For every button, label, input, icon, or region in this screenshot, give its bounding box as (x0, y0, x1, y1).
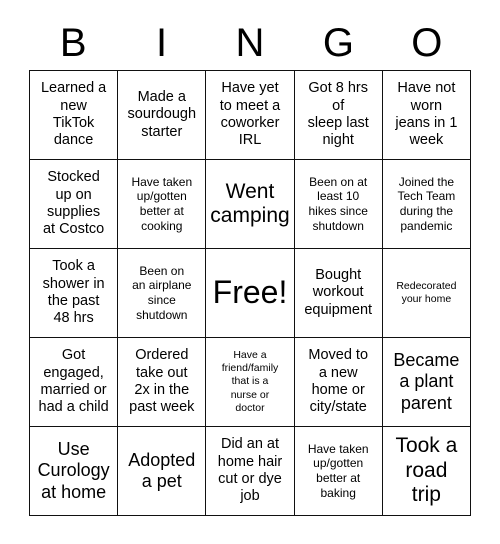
bingo-cell[interactable]: Adopted a pet (118, 427, 207, 516)
bingo-letter-b: B (59, 21, 87, 65)
bingo-cell[interactable]: Ordered take out 2x in the past week (118, 338, 207, 427)
bingo-cell-label: Got 8 hrs of sleep last night (307, 80, 369, 149)
bingo-cell[interactable]: Been on at least 10 hikes since shutdown (294, 160, 383, 249)
bingo-card: B I N G O Learned a new TikTok dance Made… (0, 0, 500, 544)
bingo-cell[interactable]: Have taken up/gotten better at baking (294, 427, 383, 516)
bingo-cell-label: Learned a new TikTok dance (40, 80, 107, 149)
bingo-cell[interactable]: Learned a new TikTok dance (30, 71, 119, 160)
bingo-cell[interactable]: Got engaged, married or had a child (30, 338, 119, 427)
bingo-cell-label: Been on an airplane since shutdown (132, 263, 192, 322)
bingo-letter-n: N (235, 21, 265, 65)
bingo-cell-label: Moved to a new home or city/state (308, 347, 369, 416)
bingo-cell-label: Ordered take out 2x in the past week (129, 347, 195, 416)
bingo-cell-label: Joined the Tech Team during the pandemic (397, 174, 456, 233)
bingo-cell-label: Made a sourdough starter (127, 88, 197, 140)
bingo-cell-free-space[interactable]: Free! (206, 249, 295, 338)
bingo-cell[interactable]: Stocked up on supplies at Costco (30, 160, 119, 249)
bingo-cell[interactable]: Became a plant parent (382, 338, 471, 427)
bingo-cell[interactable]: Use Curology at home (30, 427, 119, 516)
bingo-cell[interactable]: Have not worn jeans in 1 week (382, 71, 471, 160)
bingo-cell[interactable]: Went camping (206, 160, 295, 249)
bingo-cell[interactable]: Made a sourdough starter (118, 71, 207, 160)
bingo-cell-label: Adopted a pet (128, 449, 196, 491)
bingo-cell[interactable]: Have yet to meet a coworker IRL (206, 71, 295, 160)
bingo-cell[interactable]: Joined the Tech Team during the pandemic (382, 160, 471, 249)
bingo-cell-label: Have taken up/gotten better at cooking (131, 174, 193, 233)
bingo-cell[interactable]: Took a road trip (382, 427, 471, 516)
bingo-cell-label: Have yet to meet a coworker IRL (219, 80, 281, 149)
bingo-cell-label: Have not worn jeans in 1 week (395, 80, 458, 149)
bingo-cell-label: Redecorated your home (396, 279, 457, 305)
bingo-cell-label: Did an at home hair cut or dye job (217, 436, 283, 505)
bingo-cell[interactable]: Got 8 hrs of sleep last night (294, 71, 383, 160)
bingo-header-letters: B I N G O (29, 18, 471, 68)
bingo-cell[interactable]: Been on an airplane since shutdown (118, 249, 207, 338)
bingo-cell-label: Took a shower in the past 48 hrs (42, 258, 105, 327)
bingo-grid: Learned a new TikTok dance Made a sourdou… (29, 70, 471, 516)
bingo-cell[interactable]: Have taken up/gotten better at cooking (118, 160, 207, 249)
bingo-cell-label: Became a plant parent (393, 350, 460, 413)
bingo-cell-label: Bought workout equipment (304, 266, 373, 318)
bingo-cell[interactable]: Moved to a new home or city/state (294, 338, 383, 427)
bingo-letter-g: G (322, 21, 354, 65)
bingo-letter-i: I (156, 21, 168, 65)
bingo-cell-label: Use Curology at home (37, 439, 110, 502)
bingo-cell-label: Stocked up on supplies at Costco (42, 169, 105, 238)
bingo-cell[interactable]: Redecorated your home (382, 249, 471, 338)
bingo-cell[interactable]: Took a shower in the past 48 hrs (30, 249, 119, 338)
bingo-cell-label: Took a road trip (395, 434, 458, 507)
bingo-cell[interactable]: Bought workout equipment (294, 249, 383, 338)
bingo-cell-label: Have taken up/gotten better at baking (307, 441, 369, 500)
bingo-cell[interactable]: Have a friend/family that is a nurse or … (206, 338, 295, 427)
bingo-cell-label: Went camping (210, 179, 290, 227)
bingo-letter-o: O (411, 21, 443, 65)
bingo-cell-label: Got engaged, married or had a child (38, 347, 109, 416)
free-space-label: Free! (212, 274, 288, 311)
bingo-cell-label: Been on at least 10 hikes since shutdown (308, 174, 368, 233)
bingo-cell[interactable]: Did an at home hair cut or dye job (206, 427, 295, 516)
bingo-cell-label: Have a friend/family that is a nurse or … (221, 349, 279, 414)
